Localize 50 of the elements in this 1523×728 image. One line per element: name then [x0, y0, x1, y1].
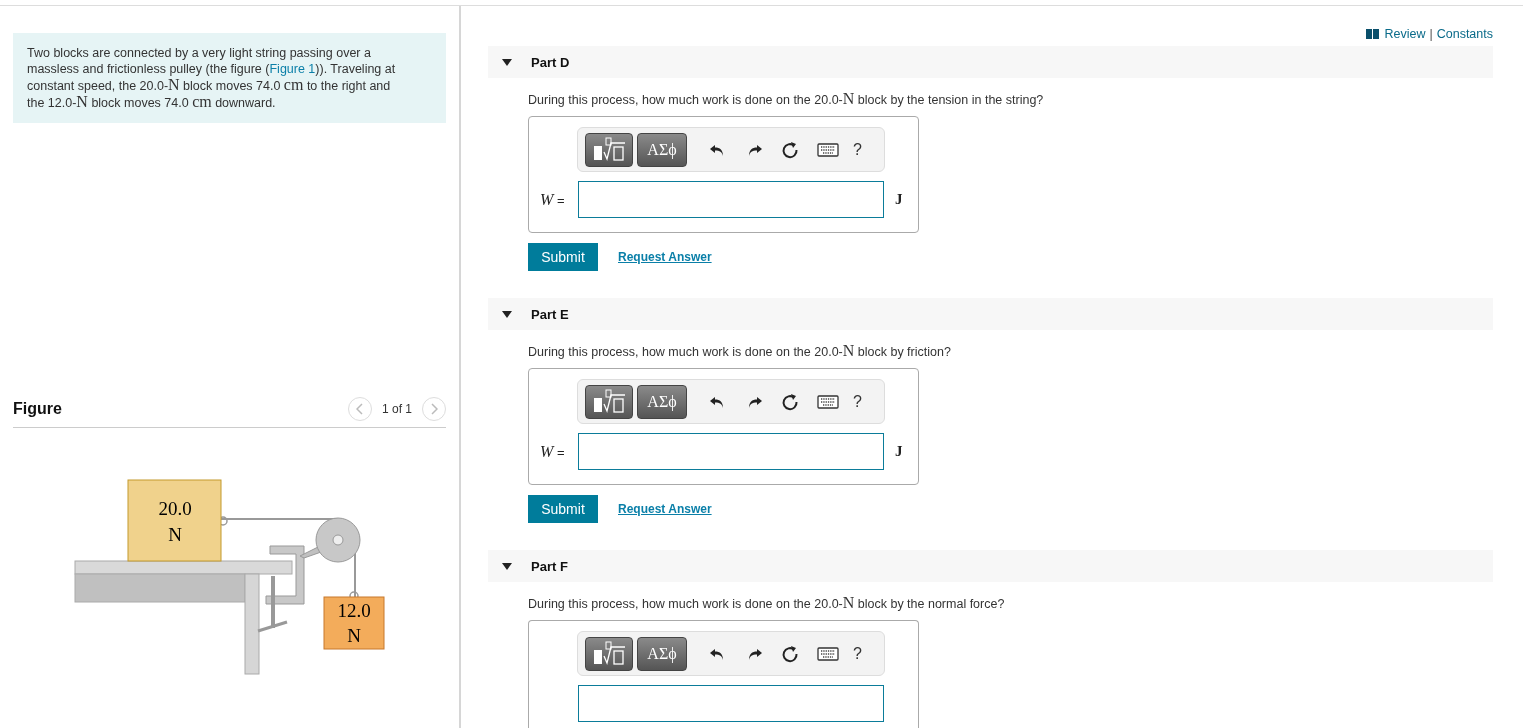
part-title: Part E	[531, 306, 569, 322]
part-header[interactable]: Part E	[488, 298, 1493, 330]
figure-title: Figure	[13, 400, 62, 418]
symbols-button[interactable]: ΑΣϕ	[637, 132, 687, 167]
unit-label: J	[895, 191, 903, 208]
reset-icon[interactable]	[781, 392, 799, 411]
answer-field[interactable]	[578, 181, 884, 218]
caret-icon	[502, 562, 512, 570]
help-button[interactable]: ?	[853, 392, 862, 411]
link-separator: |	[1429, 27, 1433, 41]
book-icon	[1366, 29, 1381, 39]
request-answer-link[interactable]: Request Answer	[618, 250, 712, 264]
templates-button[interactable]	[585, 132, 633, 167]
reset-icon[interactable]	[781, 644, 799, 663]
block-label: 20.0 N	[158, 498, 192, 545]
part-header[interactable]: Part F	[488, 550, 1493, 582]
symbols-button[interactable]: ΑΣϕ	[637, 636, 687, 671]
page-counter: 1 of 1	[381, 402, 412, 416]
help-button[interactable]: ?	[853, 644, 862, 663]
question-text: During this process, how much work is done on the 20.0-N block by the tension in the string?	[528, 90, 1045, 108]
answer-field[interactable]	[578, 685, 884, 722]
chevron-right-icon	[430, 403, 438, 415]
keyboard-icon[interactable]	[817, 644, 839, 663]
symbols-button[interactable]: ΑΣϕ	[637, 384, 687, 419]
caret-icon	[502, 58, 512, 66]
constants-link[interactable]: Constants	[1436, 27, 1493, 41]
templates-button[interactable]	[585, 384, 633, 419]
request-answer-link[interactable]: Request Answer	[618, 502, 712, 516]
unit-label: J	[895, 443, 903, 460]
figure-link[interactable]: Figure 1	[269, 62, 316, 76]
submit-button[interactable]: Submit	[528, 495, 598, 523]
submit-button[interactable]: Submit	[528, 243, 598, 271]
reset-icon[interactable]	[781, 140, 799, 159]
caret-icon	[502, 310, 512, 318]
variable-label: W =	[540, 442, 566, 461]
part-title: Part D	[531, 54, 570, 70]
question-text: During this process, how much work is done on the 20.0-N block by friction?	[528, 342, 952, 360]
block-label: 12.0 N	[337, 600, 371, 646]
help-button[interactable]: ?	[853, 140, 862, 159]
chevron-left-icon	[355, 403, 364, 415]
problem-text: Two blocks are connected by a very light string passing over a massless and frictionless pulley (the figure (Figure 1)). Traveling at constant speed, the 20.0-N block moves 74.0 cm to the right and the 12.0-N block moves 74.0 cm downward.	[13, 33, 446, 123]
question-text: During this process, how much work is done on the 20.0-N block by the normal force?	[528, 594, 1006, 612]
variable-label: W =	[540, 190, 566, 209]
templates-button[interactable]	[585, 636, 633, 671]
keyboard-icon[interactable]	[817, 140, 839, 159]
review-link[interactable]: Review	[1384, 27, 1426, 41]
keyboard-icon[interactable]	[817, 392, 839, 411]
part-header[interactable]: Part D	[488, 46, 1493, 78]
answer-field[interactable]	[578, 433, 884, 470]
part-title: Part F	[531, 558, 568, 574]
